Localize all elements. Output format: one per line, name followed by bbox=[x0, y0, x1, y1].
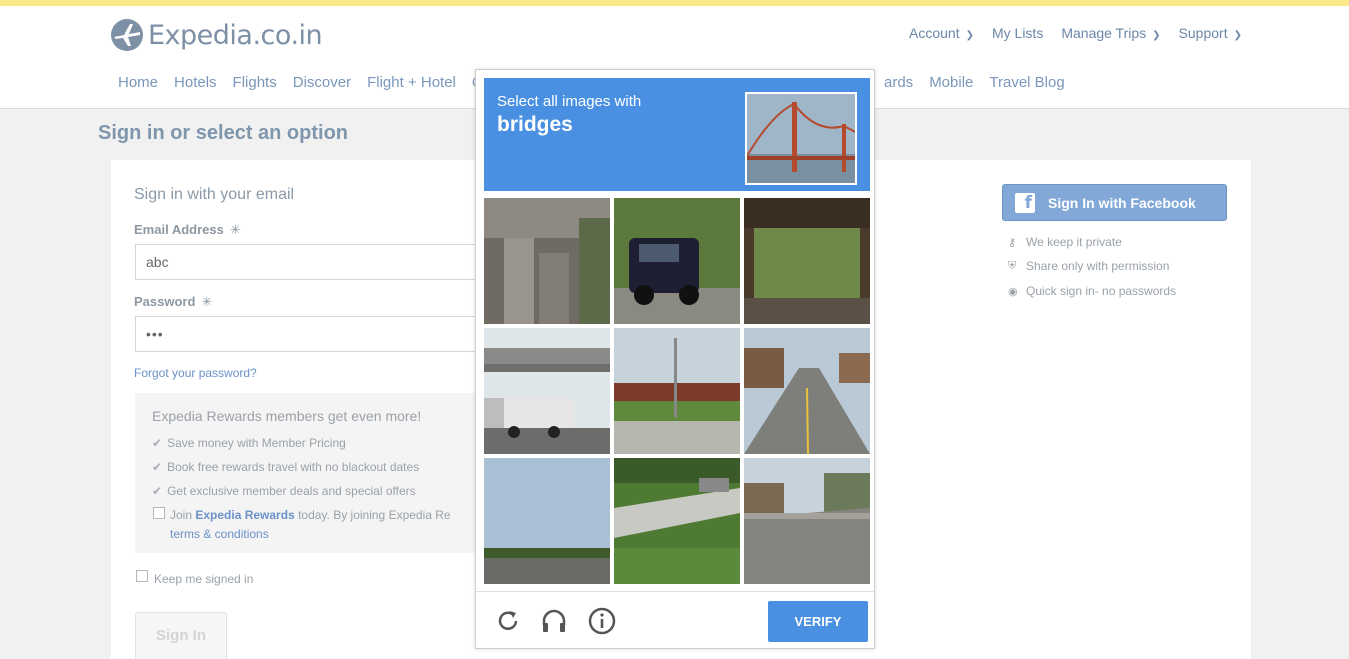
facebook-button-label: Sign In with Facebook bbox=[1048, 194, 1196, 211]
nav-rewards-partial[interactable]: ards bbox=[884, 74, 913, 91]
nav-account[interactable]: Account ❯ bbox=[909, 25, 974, 41]
captcha-header: Select all images with bridges bbox=[484, 78, 870, 191]
nav-hotels[interactable]: Hotels bbox=[174, 74, 217, 91]
expedia-logo[interactable]: Expedia.co.in bbox=[110, 18, 323, 52]
logo-text: Expedia.co.in bbox=[148, 19, 323, 51]
checkmark-icon: ✔ bbox=[152, 436, 163, 450]
main-nav: Home Hotels Flights Discover Flight + Ho… bbox=[118, 74, 499, 91]
page-title: Sign in or select an option bbox=[98, 122, 349, 144]
verify-button[interactable]: VERIFY bbox=[768, 601, 868, 642]
captcha-tile[interactable] bbox=[744, 198, 870, 324]
main-nav-right: ards Mobile Travel Blog bbox=[868, 74, 1065, 91]
expedia-rewards-link[interactable]: Expedia Rewards bbox=[195, 508, 294, 522]
captcha-footer-divider bbox=[476, 591, 874, 592]
perk-item: ⚷ We keep it private bbox=[1008, 235, 1122, 249]
email-field[interactable]: abc bbox=[135, 244, 495, 280]
captcha-tile[interactable] bbox=[614, 458, 740, 584]
nav-manage-trips[interactable]: Manage Trips ❯ bbox=[1061, 25, 1160, 41]
chevron-down-icon: ❯ bbox=[1233, 30, 1242, 41]
rewards-title: Expedia Rewards members get even more! bbox=[152, 408, 422, 424]
nav-flight-hotel[interactable]: Flight + Hotel bbox=[367, 74, 456, 91]
captcha-tile[interactable] bbox=[484, 198, 610, 324]
audio-headphones-icon[interactable] bbox=[540, 607, 568, 635]
captcha-instruction: Select all images with bbox=[497, 93, 642, 110]
captcha-sample-image bbox=[745, 92, 857, 185]
perk-item: ◉ Quick sign in- no passwords bbox=[1008, 284, 1177, 298]
nav-mobile[interactable]: Mobile bbox=[929, 74, 973, 91]
join-rewards-checkbox[interactable] bbox=[153, 507, 165, 519]
nav-support[interactable]: Support ❯ bbox=[1179, 25, 1242, 41]
signin-heading: Sign in with your email bbox=[134, 186, 295, 203]
captcha-tile[interactable] bbox=[484, 328, 610, 454]
nav-home[interactable]: Home bbox=[118, 74, 158, 91]
forgot-password-link[interactable]: Forgot your password? bbox=[134, 366, 257, 380]
join-rewards-text: Join Expedia Rewards today. By joining E… bbox=[170, 508, 451, 522]
captcha-target: bridges bbox=[497, 113, 573, 136]
rewards-bullet: ✔ Book free rewards travel with no blacko… bbox=[152, 460, 420, 474]
chevron-down-icon: ❯ bbox=[965, 30, 974, 41]
captcha-dialog: Select all images with bridges VERIFY bbox=[475, 69, 875, 649]
captcha-tile[interactable] bbox=[614, 198, 740, 324]
checkmark-icon: ✔ bbox=[152, 460, 163, 474]
perk-item: ⛨ Share only with permission bbox=[1008, 259, 1170, 273]
plane-globe-icon bbox=[111, 19, 143, 51]
rewards-bullet: ✔ Get exclusive member deals and special … bbox=[152, 484, 416, 498]
password-field[interactable]: ••• bbox=[135, 316, 495, 352]
shield-icon: ⛨ bbox=[1008, 259, 1017, 272]
chevron-down-icon: ❯ bbox=[1152, 30, 1161, 41]
sign-in-button[interactable]: Sign In bbox=[135, 612, 227, 659]
password-label: Password ✳ bbox=[134, 294, 213, 309]
info-icon[interactable] bbox=[588, 607, 616, 635]
nav-travel-blog[interactable]: Travel Blog bbox=[989, 74, 1064, 91]
terms-link[interactable]: terms & conditions bbox=[170, 527, 269, 541]
captcha-tile[interactable] bbox=[484, 458, 610, 584]
rewards-bullet: ✔ Save money with Member Pricing bbox=[152, 436, 346, 450]
fast-login-icon: ◉ bbox=[1008, 285, 1018, 298]
keep-signed-in-label: Keep me signed in bbox=[154, 572, 254, 586]
captcha-tile[interactable] bbox=[614, 328, 740, 454]
nav-discover[interactable]: Discover bbox=[293, 74, 351, 91]
reload-icon[interactable] bbox=[494, 607, 522, 635]
email-label: Email Address ✳ bbox=[134, 222, 241, 237]
nav-my-lists[interactable]: My Lists bbox=[992, 25, 1043, 41]
key-icon: ⚷ bbox=[1008, 236, 1017, 249]
facebook-signin-button[interactable]: f Sign In with Facebook bbox=[1002, 184, 1227, 221]
account-nav: Account ❯ My Lists Manage Trips ❯ Support ❯ bbox=[909, 25, 1242, 41]
captcha-tile[interactable] bbox=[744, 458, 870, 584]
nav-flights[interactable]: Flights bbox=[233, 74, 277, 91]
keep-signed-in-checkbox[interactable] bbox=[136, 570, 148, 582]
captcha-tile[interactable] bbox=[744, 328, 870, 454]
facebook-icon: f bbox=[1015, 192, 1035, 213]
checkmark-icon: ✔ bbox=[152, 484, 163, 498]
